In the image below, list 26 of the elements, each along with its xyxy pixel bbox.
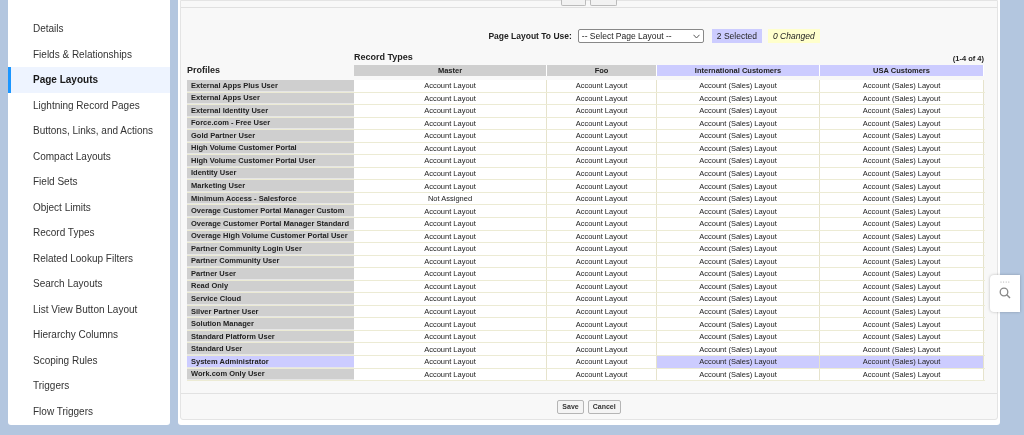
field-label: Page Layout To Use: — [488, 29, 572, 43]
page-layout-select[interactable]: -- Select Page Layout -- — [577, 29, 704, 43]
caret-icon — [692, 33, 700, 39]
sidebar-item[interactable]: Triggers — [8, 373, 170, 399]
sidebar-item[interactable]: Buttons, Links, and Actions — [8, 118, 170, 144]
selected-count: 2 Selected — [711, 28, 762, 44]
sidebar-item[interactable]: Flow Triggers — [8, 398, 170, 424]
search-icon[interactable] — [999, 287, 1011, 299]
sidebar-item[interactable]: Hierarchy Columns — [8, 322, 170, 348]
section-heading: Record Types — [354, 50, 413, 64]
sidebar-item[interactable]: Field Sets — [8, 169, 170, 195]
changed-count: 0 Changed — [768, 28, 820, 44]
sidebar-item[interactable]: Record Types — [8, 220, 170, 246]
sidebar-item[interactable]: Page Layouts — [8, 67, 170, 93]
sidebar-item[interactable]: Fields & Relationships — [8, 41, 170, 67]
column-header: Profiles — [187, 65, 221, 76]
top-button[interactable] — [561, 0, 586, 6]
sidebar-item[interactable]: Related Lookup Filters — [8, 245, 170, 271]
sidebar-item[interactable]: Lightning Record Pages — [8, 92, 170, 118]
sidebar-item[interactable]: Search Layouts — [8, 271, 170, 297]
sidebar-item[interactable]: List View Button Layout — [8, 296, 170, 322]
sidebar-item[interactable]: Compact Layouts — [8, 143, 170, 169]
sidebar-item[interactable]: Details — [8, 16, 170, 42]
sidebar-item[interactable]: Scoping Rules — [8, 347, 170, 373]
sidebar-item[interactable]: Object Limits — [8, 194, 170, 220]
top-button[interactable] — [590, 0, 617, 6]
